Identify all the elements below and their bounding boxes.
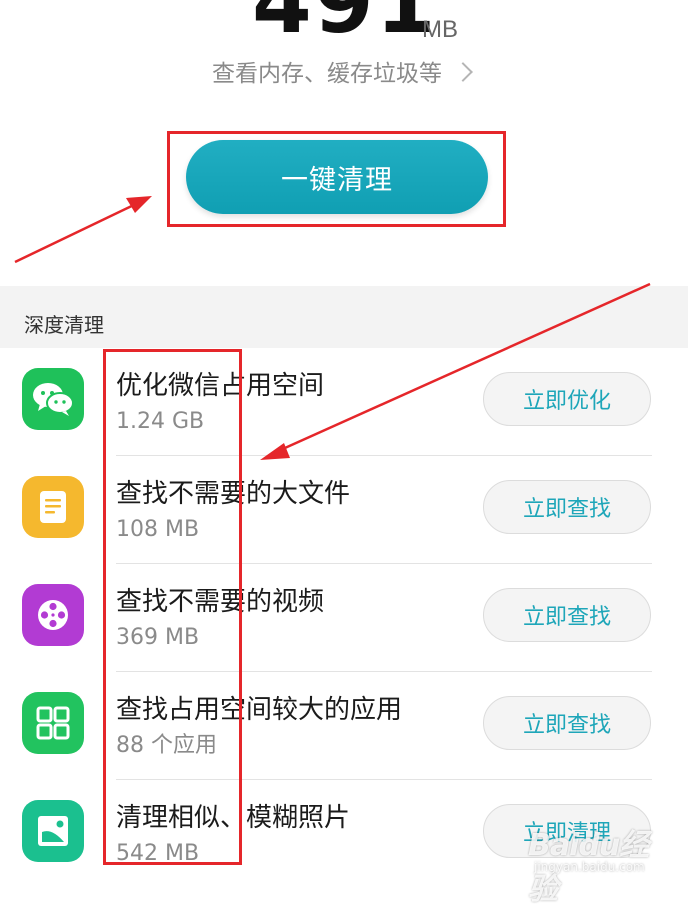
list-item: 优化微信占用空间 1.24 GB 立即优化	[0, 348, 688, 456]
list-item: 查找不需要的大文件 108 MB 立即查找	[0, 456, 688, 564]
item-title: 优化微信占用空间	[116, 371, 325, 401]
item-title: 查找不需要的大文件	[116, 479, 351, 509]
list-item: 查找不需要的视频 369 MB 立即查找	[0, 564, 688, 672]
photo-icon	[22, 800, 84, 862]
storage-unit: MB	[422, 16, 458, 43]
item-title: 查找占用空间较大的应用	[116, 695, 403, 725]
clean-similar-photos-button[interactable]: 立即清理	[483, 804, 651, 858]
item-title: 查找不需要的视频	[116, 587, 325, 617]
item-count: 88 个应用	[116, 733, 217, 758]
item-size: 108 MB	[116, 517, 200, 542]
item-size: 1.24 GB	[116, 409, 205, 434]
chevron-right-icon	[453, 61, 473, 82]
item-size: 369 MB	[116, 625, 200, 650]
section-title-deep-clean: 深度清理	[24, 313, 104, 337]
find-large-files-button[interactable]: 立即查找	[483, 480, 651, 534]
arrow-head-icon	[126, 196, 152, 213]
storage-value: 491	[252, 0, 438, 53]
film-reel-icon	[22, 584, 84, 646]
storage-detail-link[interactable]: 查看内存、缓存垃圾等	[212, 55, 473, 87]
document-icon	[22, 476, 84, 538]
storage-detail-label: 查看内存、缓存垃圾等	[212, 61, 442, 87]
item-size: 542 MB	[116, 841, 200, 866]
item-title: 清理相似、模糊照片	[116, 803, 351, 833]
find-large-apps-button[interactable]: 立即查找	[483, 696, 651, 750]
list-item: 清理相似、模糊照片 542 MB 立即清理	[0, 780, 688, 888]
apps-grid-icon	[22, 692, 84, 754]
one-key-clean-button[interactable]: 一键清理	[186, 140, 488, 214]
optimize-wechat-button[interactable]: 立即优化	[483, 372, 651, 426]
find-videos-button[interactable]: 立即查找	[483, 588, 651, 642]
wechat-icon	[22, 368, 84, 430]
list-item: 查找占用空间较大的应用 88 个应用 立即查找	[0, 672, 688, 780]
